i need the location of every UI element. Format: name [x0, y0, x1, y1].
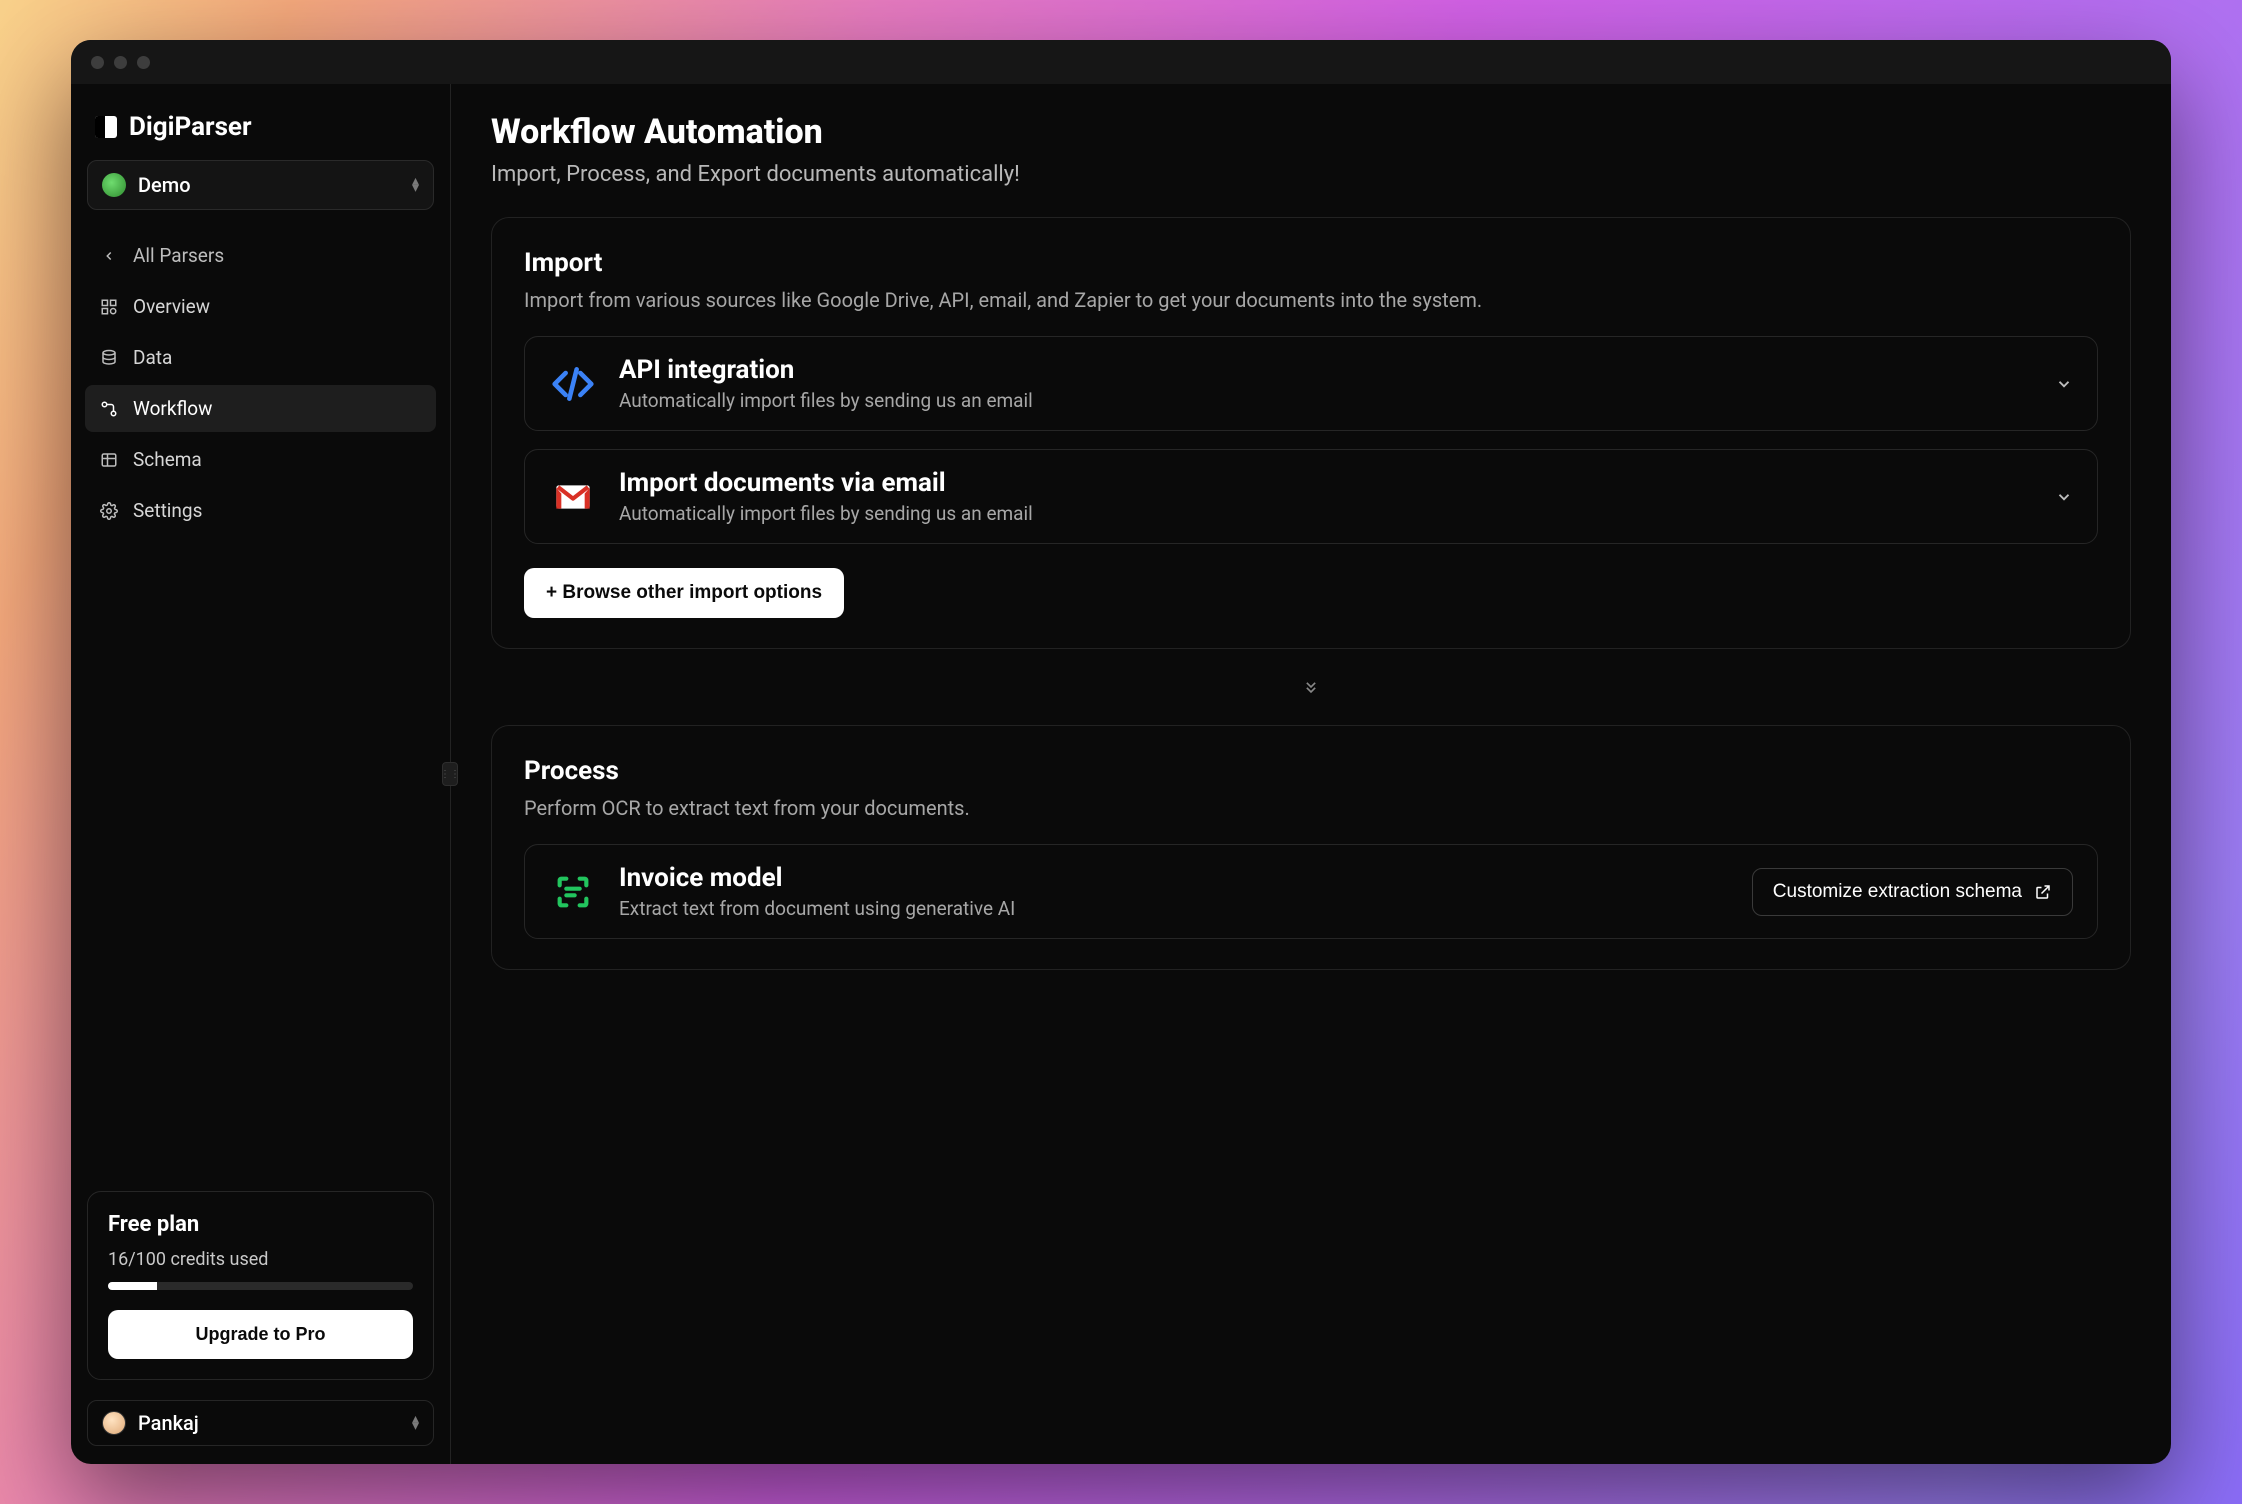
- external-link-icon: [2034, 883, 2052, 901]
- plan-title: Free plan: [108, 1212, 413, 1237]
- import-option-subtitle: Automatically import files by sending us…: [619, 502, 2033, 525]
- nav-back-all-parsers[interactable]: All Parsers: [85, 232, 436, 279]
- org-selector-label: Demo: [138, 173, 191, 197]
- brand-name: DigiParser: [129, 112, 251, 142]
- window-control-close[interactable]: [91, 56, 104, 69]
- plan-usage: 16/100 credits used: [108, 1249, 413, 1270]
- process-panel-subtitle: Perform OCR to extract text from your do…: [524, 796, 2098, 820]
- main-content: Workflow Automation Import, Process, and…: [451, 84, 2171, 1464]
- nav-item-schema[interactable]: Schema: [85, 436, 436, 483]
- import-panel: Import Import from various sources like …: [491, 217, 2131, 649]
- workflow-icon: [99, 399, 119, 419]
- code-icon: [549, 360, 597, 408]
- nav-item-settings[interactable]: Settings: [85, 487, 436, 534]
- gmail-icon: [549, 473, 597, 521]
- credits-progress: [108, 1282, 413, 1290]
- nav-item-overview[interactable]: Overview: [85, 283, 436, 330]
- import-option-title: API integration: [619, 355, 2033, 385]
- import-option-api[interactable]: API integration Automatically import fil…: [524, 336, 2098, 431]
- chevrons-updown-icon: ▴▾: [412, 1416, 419, 1430]
- org-avatar-icon: [102, 173, 126, 197]
- import-panel-subtitle: Import from various sources like Google …: [524, 288, 2098, 312]
- chevron-left-icon: [99, 246, 119, 266]
- double-chevron-down-icon: [1301, 677, 1321, 697]
- upgrade-button[interactable]: Upgrade to Pro: [108, 1310, 413, 1359]
- credits-progress-fill: [108, 1282, 157, 1290]
- panel-connector: [491, 677, 2131, 697]
- window-control-minimize[interactable]: [114, 56, 127, 69]
- database-icon: [99, 348, 119, 368]
- content-area: DigiParser Demo ▴▾ All Parsers: [71, 84, 2171, 1464]
- customize-schema-label: Customize extraction schema: [1773, 881, 2022, 903]
- brand-logo-icon: [95, 116, 117, 138]
- nav-item-label: Overview: [133, 295, 210, 318]
- user-selector[interactable]: Pankaj ▴▾: [87, 1400, 434, 1446]
- nav-item-label: Settings: [133, 499, 202, 522]
- brand: DigiParser: [71, 84, 450, 160]
- nav-back-label: All Parsers: [133, 244, 224, 267]
- process-panel-title: Process: [524, 756, 2098, 786]
- app-window: DigiParser Demo ▴▾ All Parsers: [71, 40, 2171, 1464]
- nav-item-data[interactable]: Data: [85, 334, 436, 381]
- chevrons-updown-icon: ▴▾: [412, 178, 419, 192]
- grid-icon: [99, 297, 119, 317]
- browse-import-options-button[interactable]: + Browse other import options: [524, 568, 844, 618]
- import-panel-title: Import: [524, 248, 2098, 278]
- scan-text-icon: [549, 868, 597, 916]
- chevron-down-icon: [2055, 375, 2073, 393]
- sidebar-resize-handle[interactable]: ⋮⋮: [442, 762, 458, 786]
- window-control-zoom[interactable]: [137, 56, 150, 69]
- user-selector-label: Pankaj: [138, 1411, 199, 1435]
- nav-item-label: Workflow: [133, 397, 212, 420]
- sidebar-nav: All Parsers Overview Data: [71, 226, 450, 540]
- page-title: Workflow Automation: [491, 112, 2131, 152]
- table-icon: [99, 450, 119, 470]
- customize-schema-button[interactable]: Customize extraction schema: [1752, 868, 2073, 916]
- titlebar: [71, 40, 2171, 84]
- process-model-title: Invoice model: [619, 863, 1730, 893]
- import-option-email[interactable]: Import documents via email Automatically…: [524, 449, 2098, 544]
- import-option-title: Import documents via email: [619, 468, 2033, 498]
- org-selector[interactable]: Demo ▴▾: [87, 160, 434, 210]
- user-avatar-icon: [102, 1411, 126, 1435]
- nav-item-label: Data: [133, 346, 172, 369]
- nav-item-workflow[interactable]: Workflow: [85, 385, 436, 432]
- process-model-subtitle: Extract text from document using generat…: [619, 897, 1730, 920]
- sidebar: DigiParser Demo ▴▾ All Parsers: [71, 84, 451, 1464]
- import-option-subtitle: Automatically import files by sending us…: [619, 389, 2033, 412]
- gear-icon: [99, 501, 119, 521]
- plan-card: Free plan 16/100 credits used Upgrade to…: [87, 1191, 434, 1380]
- chevron-down-icon: [2055, 488, 2073, 506]
- process-panel: Process Perform OCR to extract text from…: [491, 725, 2131, 970]
- nav-item-label: Schema: [133, 448, 202, 471]
- process-model-row: Invoice model Extract text from document…: [524, 844, 2098, 939]
- page-subtitle: Import, Process, and Export documents au…: [491, 162, 2131, 187]
